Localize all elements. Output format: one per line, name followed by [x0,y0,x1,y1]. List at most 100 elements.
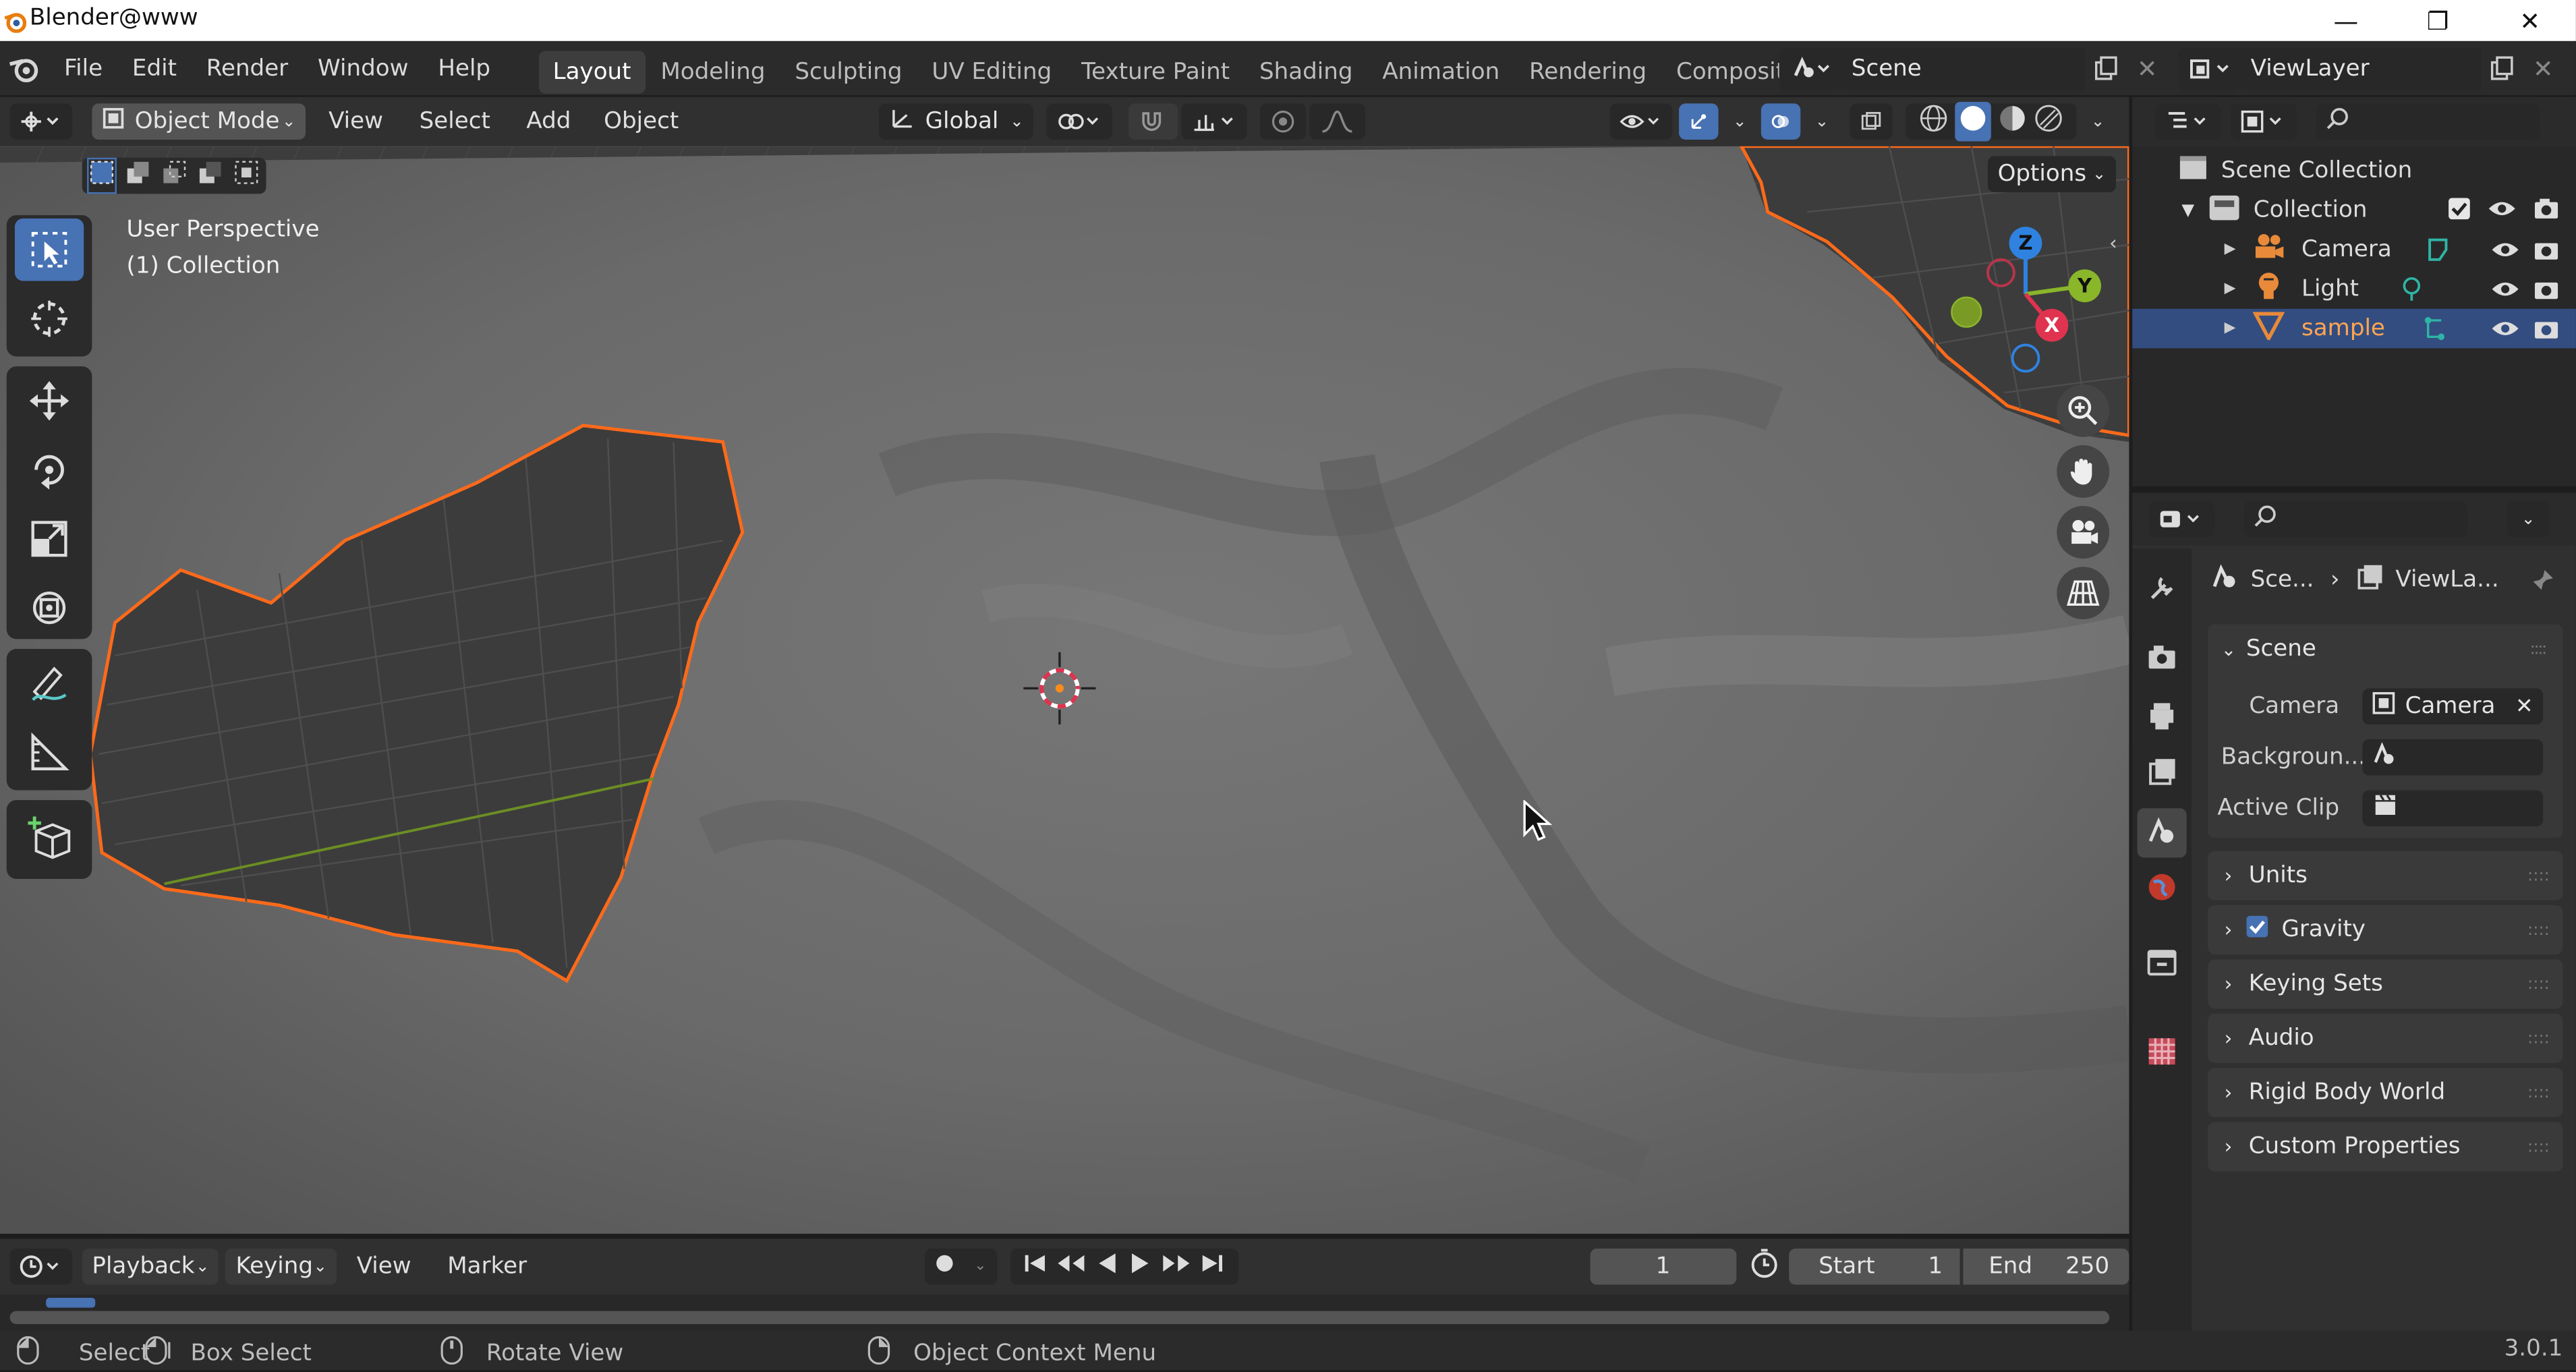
gizmo-x-axis[interactable]: X [2035,308,2069,342]
keying-menu[interactable]: Keying ⌄ [225,1248,337,1285]
drag-handle-icon[interactable]: :::: [2527,1029,2550,1048]
proportional-edit-icon[interactable] [1260,103,1307,140]
timeline-menu-view[interactable]: View [357,1242,411,1291]
viewport-menu-object[interactable]: Object [604,97,679,146]
transform-orientation-dropdown[interactable]: Global ⌄ [879,103,1034,140]
transform-tool-icon[interactable] [15,577,84,639]
maximize-button[interactable]: ❐ [2392,0,2484,41]
snap-target-grid-icon[interactable] [1181,103,1247,140]
close-window-button[interactable]: ✕ [2484,0,2575,41]
gravity-panel-header[interactable]: › Gravity :::: [2208,905,2563,955]
visibility-eye-icon[interactable] [2490,237,2520,268]
tab-modeling[interactable]: Modeling [646,50,780,92]
scene-selector[interactable]: Scene ✕ [1779,47,2167,90]
tab-animation[interactable]: Animation [1367,50,1514,92]
scene-camera-field[interactable]: Camera ✕ [2362,688,2544,725]
perspective-toggle-grid-icon[interactable] [2057,567,2110,620]
select-subtract-icon[interactable] [161,159,188,192]
texture-tab-icon[interactable] [2146,1035,2179,1074]
chevron-down-icon[interactable]: ⌄ [1807,103,1837,140]
drag-handle-icon[interactable]: :::: [2527,975,2550,993]
minimize-button[interactable]: — [2300,0,2392,41]
expand-arrow-icon[interactable]: ▶ [2225,241,2236,258]
editor-type-icon[interactable] [9,103,73,140]
timeline-scrollbar[interactable] [9,1311,2110,1325]
solid-shading-icon[interactable] [1955,102,1991,142]
prev-keyframe-icon[interactable] [1057,1252,1087,1282]
viewport-menu-add[interactable]: Add [526,97,571,146]
visibility-eye-icon[interactable] [2490,276,2520,307]
playback-menu[interactable]: Playback ⌄ [82,1248,220,1285]
outliner-row-sample[interactable]: ▶ sample [2225,309,2385,348]
cursor-tool-icon[interactable] [15,287,84,350]
world-tab-icon[interactable] [2146,871,2179,910]
jump-end-icon[interactable] [1201,1252,1224,1282]
move-tool-icon[interactable] [15,370,84,432]
new-scene-icon[interactable] [2085,48,2127,90]
chevron-down-icon[interactable]: ⌄ [2507,501,2550,538]
navigation-gizmo[interactable]: Z Y X [1939,220,2119,401]
view-layer-name-field[interactable]: ViewLayer [2241,47,2481,90]
play-reverse-icon[interactable] [1096,1252,1119,1282]
visibility-eye-icon[interactable] [1609,103,1673,140]
overlays-toggle-icon[interactable] [1761,103,1801,140]
tool-tab-icon[interactable] [2146,572,2179,611]
timeline-editor-type-icon[interactable] [9,1248,73,1285]
add-cube-tool-icon[interactable] [15,807,84,869]
blender-menu-icon[interactable] [0,40,49,96]
drag-handle-icon[interactable]: :::: [2527,921,2550,939]
pan-hand-icon[interactable] [2057,445,2110,498]
viewport-menu-view[interactable]: View [328,97,383,146]
drag-handle-icon[interactable]: :::: [2527,1083,2550,1102]
properties-editor-type-icon[interactable] [2148,501,2215,538]
clear-field-x-icon[interactable]: ✕ [2515,694,2534,719]
menu-edit[interactable]: Edit [117,40,192,96]
tab-uv-editing[interactable]: UV Editing [917,50,1066,92]
outliner-row-camera[interactable]: ▶ Camera [2225,230,2392,269]
select-invert-icon[interactable] [197,159,223,192]
scene-tab-icon[interactable] [2146,815,2179,854]
timeline-track-area[interactable] [0,1294,2129,1331]
zoom-icon[interactable] [2057,384,2110,437]
play-icon[interactable] [1128,1252,1151,1282]
tab-sculpting[interactable]: Sculpting [780,50,917,92]
timeline-menu-marker[interactable]: Marker [447,1242,527,1291]
outliner-row-scene-collection[interactable]: Scene Collection [2178,151,2412,190]
material-shading-icon[interactable] [1998,103,2028,140]
output-tab-icon[interactable] [2146,700,2179,739]
xray-toggle-icon[interactable] [1850,103,1893,140]
display-mode-icon[interactable] [2231,103,2297,140]
expand-arrow-icon[interactable]: ▶ [2225,320,2236,337]
menu-render[interactable]: Render [192,40,303,96]
wireframe-shading-icon[interactable] [1919,103,1949,140]
view-layer-tab-icon[interactable] [2146,755,2179,795]
playhead-marker[interactable] [46,1298,96,1308]
delete-view-layer-icon[interactable]: ✕ [2523,48,2563,90]
falloff-curve-icon[interactable] [1309,103,1366,140]
chevron-down-icon[interactable]: ⌄ [1725,103,1754,140]
pivot-point-icon[interactable] [1046,103,1113,140]
view-layer-selector[interactable]: ViewLayer ✕ [2178,47,2573,90]
expand-arrow-icon[interactable]: ▶ [2225,281,2236,297]
new-view-layer-icon[interactable] [2481,48,2523,90]
drag-handle-icon[interactable]: :::: [2530,641,2548,659]
render-camera-icon[interactable] [2534,195,2560,226]
gizmo-z-axis[interactable]: Z [2009,227,2042,260]
current-frame-field[interactable]: 1 [1589,1248,1737,1285]
scale-tool-icon[interactable] [15,508,84,571]
options-dropdown[interactable]: Options ⌄ [1987,156,2116,192]
gizmo-y-axis[interactable]: Y [2068,269,2102,303]
background-scene-field[interactable] [2362,739,2544,776]
rigid-body-world-panel-header[interactable]: › Rigid Body World :::: [2208,1068,2563,1118]
active-clip-field[interactable] [2362,790,2544,827]
visibility-eye-icon[interactable] [2490,316,2520,347]
next-keyframe-icon[interactable] [1161,1252,1191,1282]
rendered-shading-icon[interactable] [2034,103,2063,140]
annotate-tool-icon[interactable] [15,652,84,715]
select-extend-icon[interactable] [125,159,151,192]
visibility-eye-icon[interactable] [2487,195,2517,226]
select-intersect-icon[interactable] [233,159,260,192]
outliner-row-collection[interactable]: ▼ Collection [2181,191,2367,230]
render-camera-icon[interactable] [2534,276,2560,307]
gizmo-toggle-icon[interactable] [1679,103,1719,140]
